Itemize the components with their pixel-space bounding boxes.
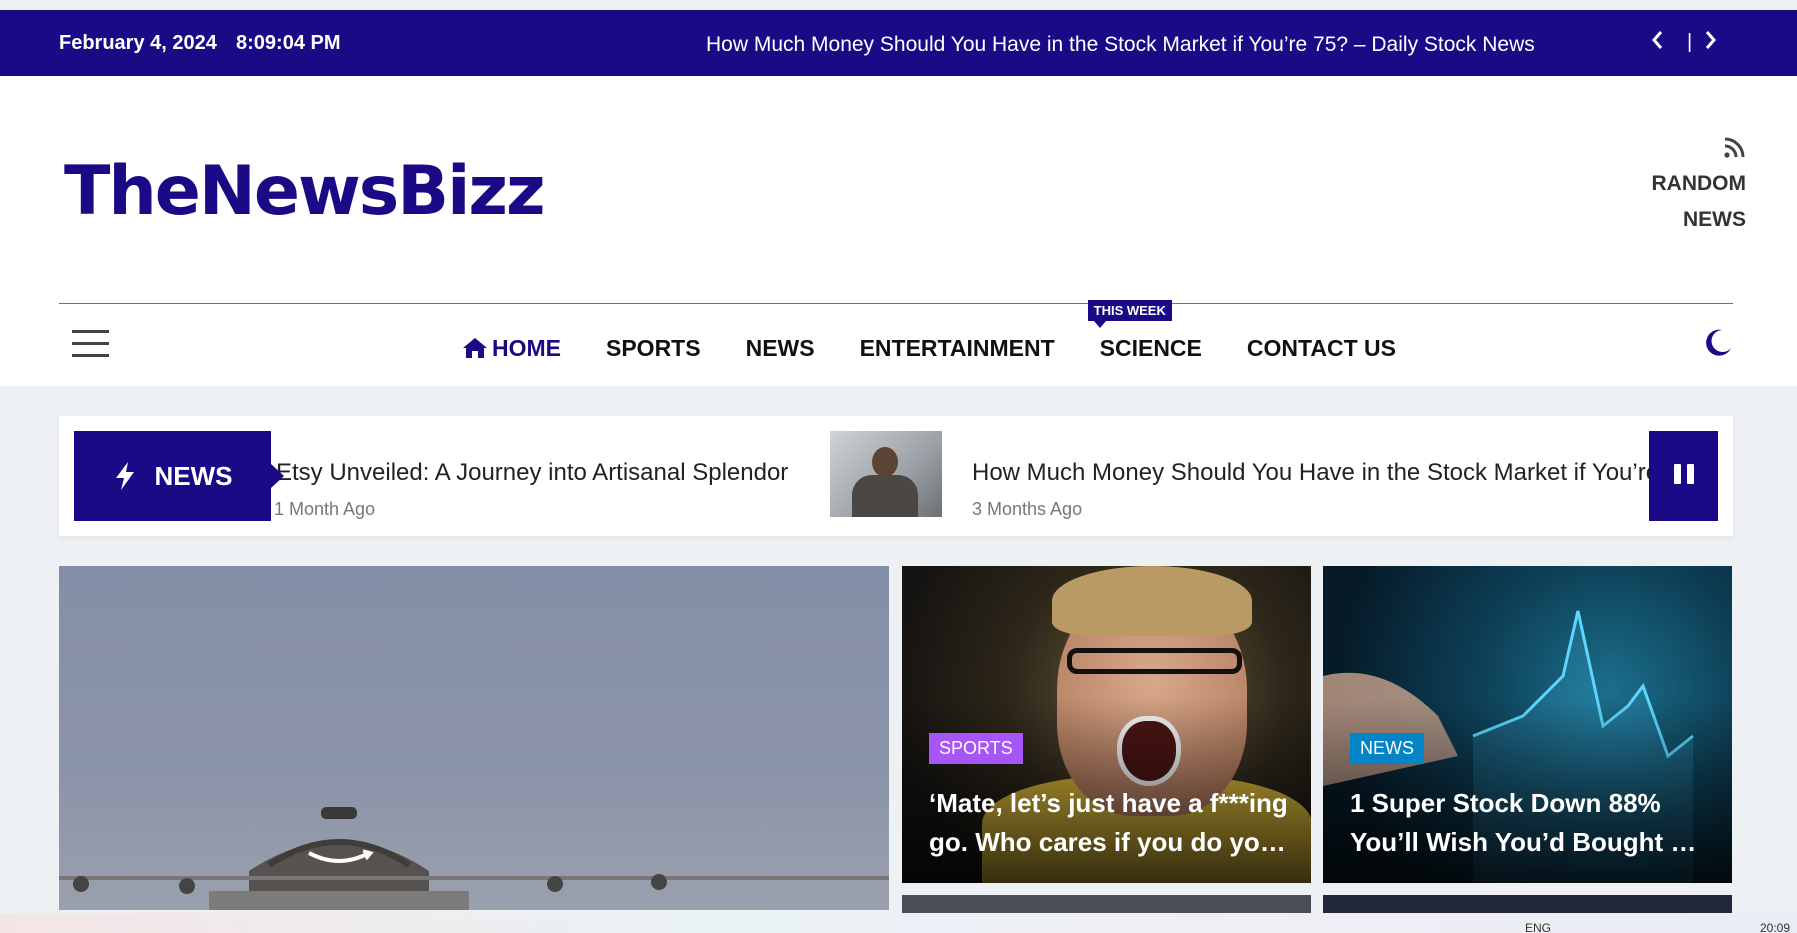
article-title-line2: You’ll Wish You’d Bought on… bbox=[1350, 827, 1710, 857]
nav-label-contact-us: CONTACT US bbox=[1246, 334, 1396, 361]
top-bar: February 4, 2024 8:09:04 PM How Much Mon… bbox=[0, 10, 1797, 76]
news-ticker: Etsy Unveiled: A Journey into Artisanal … bbox=[59, 416, 1733, 536]
nav-item-home[interactable]: HOME bbox=[462, 335, 561, 362]
article-card[interactable]: SPORTS ‘Mate, let’s just have a f***ing … bbox=[902, 566, 1311, 883]
system-clock[interactable]: 20:09 bbox=[1760, 921, 1790, 933]
chevron-right-icon[interactable] bbox=[1705, 30, 1717, 55]
moon-icon[interactable] bbox=[1702, 326, 1734, 358]
nav-label-home: HOME bbox=[492, 334, 561, 361]
nav-item-entertainment[interactable]: ENTERTAINMENT bbox=[860, 335, 1055, 362]
bolt-icon bbox=[115, 462, 134, 490]
random-news-line1: RANDOM bbox=[1651, 172, 1747, 195]
article-card[interactable]: NEWS 1 Super Stock Down 88% You’ll Wish … bbox=[1323, 566, 1732, 883]
article-title-line2: go. Who cares if you do your… bbox=[929, 827, 1289, 857]
article-title[interactable]: ‘Mate, let’s just have a f***ing go. Who… bbox=[929, 784, 1289, 862]
nav-item-news[interactable]: NEWS bbox=[746, 335, 815, 362]
random-news-link[interactable]: RANDOM NEWS bbox=[1651, 136, 1747, 238]
nav-separator: | bbox=[1687, 31, 1693, 53]
ticker-thumbnail[interactable] bbox=[830, 431, 942, 517]
article-card-partial[interactable] bbox=[902, 895, 1311, 915]
pause-button[interactable] bbox=[1649, 431, 1718, 521]
article-title[interactable]: 1 Super Stock Down 88% You’ll Wish You’d… bbox=[1350, 784, 1710, 862]
article-card-partial[interactable] bbox=[1323, 895, 1732, 915]
nav-item-contact-us[interactable]: CONTACT US bbox=[1247, 335, 1396, 362]
header-divider bbox=[59, 303, 1733, 304]
main-nav: HOME SPORTS NEWS ENTERTAINMENT THIS WEEK… bbox=[462, 299, 1441, 366]
home-icon bbox=[463, 338, 487, 358]
hamburger-menu-icon[interactable] bbox=[72, 330, 109, 360]
random-news-line2: NEWS bbox=[1683, 208, 1746, 231]
site-header: TheNewsBizz RANDOM NEWS HOME SPORTS NEWS… bbox=[0, 76, 1797, 386]
featured-image-card[interactable] bbox=[59, 566, 889, 910]
nav-label-news: NEWS bbox=[745, 334, 815, 361]
ticker-item[interactable]: Etsy Unveiled: A Journey into Artisanal … bbox=[271, 431, 811, 521]
nav-item-science[interactable]: THIS WEEK SCIENCE bbox=[1087, 299, 1202, 362]
ticker-label: NEWS bbox=[74, 431, 284, 521]
nav-label-science: SCIENCE bbox=[1099, 334, 1202, 361]
nav-label-entertainment: ENTERTAINMENT bbox=[859, 334, 1055, 361]
nav-item-sports[interactable]: SPORTS bbox=[606, 335, 701, 362]
chevron-left-icon[interactable] bbox=[1651, 30, 1663, 55]
ticker-item-time: 3 Months Ago bbox=[972, 499, 1083, 519]
ticker-item-title: How Much Money Should You Have in the St… bbox=[972, 459, 1649, 486]
article-title-line1: ‘Mate, let’s just have a f***ing bbox=[929, 788, 1288, 818]
category-badge-sports[interactable]: SPORTS bbox=[929, 733, 1023, 764]
site-logo[interactable]: TheNewsBizz bbox=[64, 152, 546, 231]
ticker-items: Etsy Unveiled: A Journey into Artisanal … bbox=[59, 431, 1733, 521]
ticker-item-time: 1 Month Ago bbox=[274, 499, 376, 519]
nav-label-sports: SPORTS bbox=[606, 334, 701, 361]
language-indicator[interactable]: ENG bbox=[1525, 921, 1551, 933]
ticker-item[interactable]: How Much Money Should You Have in the St… bbox=[972, 431, 1649, 521]
propeller-arms bbox=[59, 874, 889, 894]
current-date: February 4, 2024 bbox=[59, 32, 217, 54]
rss-icon bbox=[1724, 137, 1745, 158]
os-taskbar: ENG 20:09 bbox=[0, 913, 1797, 933]
this-week-badge: THIS WEEK bbox=[1087, 299, 1172, 328]
ticker-item-title: Etsy Unveiled: A Journey into Artisanal … bbox=[276, 459, 789, 486]
article-title-line1: 1 Super Stock Down 88% bbox=[1350, 788, 1661, 818]
top-headline-link[interactable]: How Much Money Should You Have in the St… bbox=[706, 33, 1535, 57]
current-time: 8:09:04 PM bbox=[236, 32, 341, 54]
pause-icon bbox=[1671, 463, 1697, 489]
ticker-label-text: NEWS bbox=[154, 460, 233, 491]
category-badge-news[interactable]: NEWS bbox=[1350, 733, 1424, 764]
